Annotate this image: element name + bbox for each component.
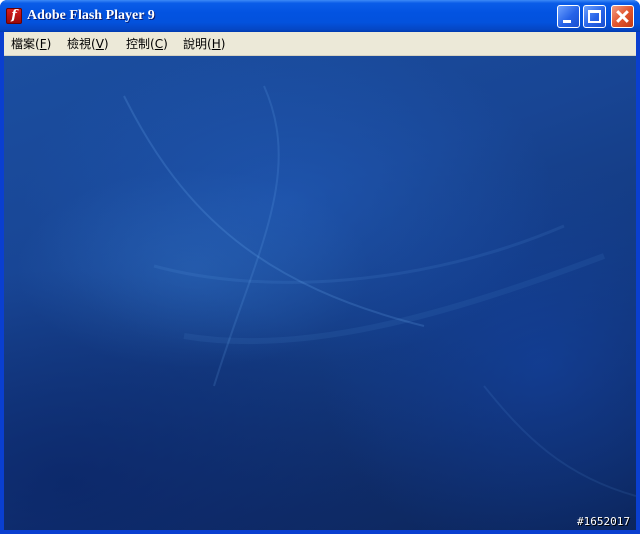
background-swirl — [123, 85, 636, 497]
minimize-icon — [563, 20, 571, 23]
menu-control-tail: ) — [163, 37, 168, 51]
menu-help[interactable]: 說明(H) — [181, 36, 227, 52]
menu-control[interactable]: 控制(C) — [124, 36, 170, 52]
menu-view-accel: V — [95, 37, 104, 51]
menu-help-tail: ) — [220, 37, 226, 51]
menu-help-label: 說明( — [183, 37, 212, 51]
menu-file-label: 檔案( — [11, 37, 40, 51]
title-bar[interactable]: f Adobe Flash Player 9 — [0, 0, 640, 32]
minimize-button[interactable] — [557, 5, 580, 28]
flash-player-window: f Adobe Flash Player 9 檔案(F) 檢視(V) 控制(C)… — [0, 0, 640, 534]
menu-control-accel: C — [154, 37, 164, 51]
close-icon — [612, 6, 633, 27]
image-id-watermark: #1652017 — [577, 515, 630, 528]
flash-stage[interactable]: #1652017 — [4, 56, 636, 530]
menu-view[interactable]: 檢視(V) — [65, 36, 111, 52]
flash-player-icon[interactable]: f — [6, 8, 22, 24]
menu-file[interactable]: 檔案(F) — [9, 36, 53, 52]
maximize-button[interactable] — [583, 5, 606, 28]
menu-file-accel: F — [39, 37, 47, 51]
close-button[interactable] — [611, 5, 634, 28]
menu-file-tail: ) — [46, 37, 52, 51]
menu-control-label: 控制( — [126, 37, 155, 51]
maximize-icon — [588, 10, 601, 23]
menu-bar: 檔案(F) 檢視(V) 控制(C) 說明(H) — [4, 32, 636, 56]
menu-help-accel: H — [211, 37, 221, 51]
window-title: Adobe Flash Player 9 — [27, 8, 155, 23]
menu-view-label: 檢視( — [67, 37, 96, 51]
menu-view-tail: ) — [103, 37, 109, 51]
